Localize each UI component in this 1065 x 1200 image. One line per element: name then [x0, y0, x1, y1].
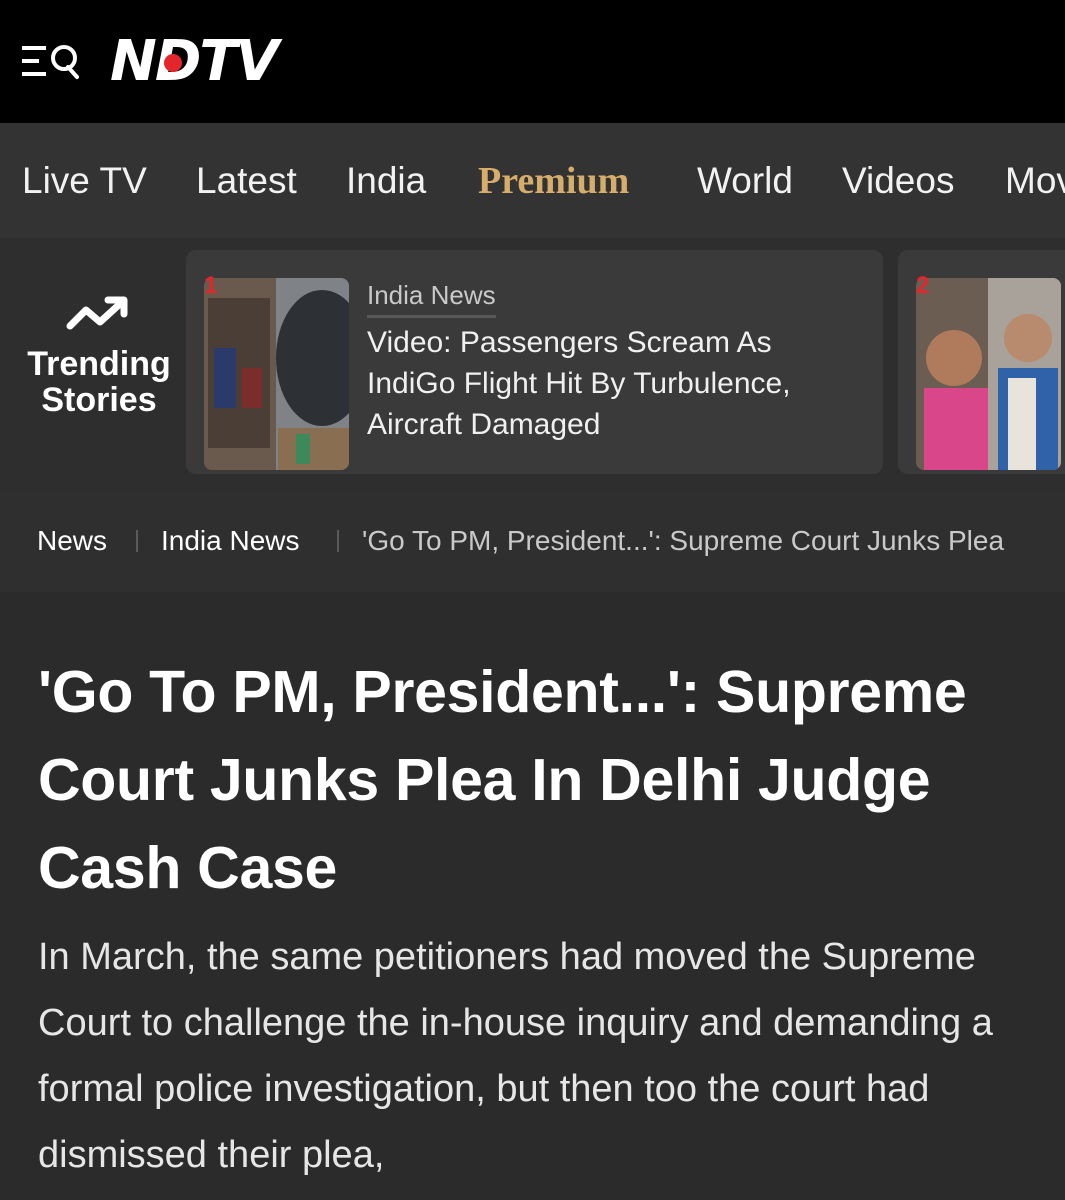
nav-item-videos[interactable]: Videos	[842, 159, 954, 203]
nav-item-india[interactable]: India	[346, 159, 426, 203]
breadcrumb-separator	[136, 530, 138, 552]
logo-text: NDTV	[110, 29, 279, 94]
nav-item-live-tv[interactable]: Live TV	[22, 159, 147, 203]
trending-card-1[interactable]: 1 India News Video: Passengers Scream As…	[186, 250, 883, 474]
breadcrumb-india-news[interactable]: India News	[161, 524, 300, 558]
breadcrumb-separator	[337, 530, 339, 552]
breadcrumb-current-article: 'Go To PM, President...': Supreme Court …	[362, 525, 1005, 556]
nav-item-world[interactable]: World	[697, 159, 793, 203]
main-nav: Live TV Latest India Premium World Video…	[0, 123, 1065, 238]
nav-item-latest[interactable]: Latest	[196, 159, 297, 203]
trending-thumbnail-1	[204, 278, 349, 470]
top-header: NDTV	[0, 0, 1065, 123]
trending-stories-section: Trending Stories 1 India News Video: Pas…	[0, 238, 1065, 490]
breadcrumb-news[interactable]: News	[37, 524, 107, 558]
trending-title-1: Video: Passengers Scream As IndiGo Fligh…	[367, 326, 791, 441]
trending-rank-1: 1	[204, 272, 218, 299]
logo-red-dot	[164, 54, 182, 72]
trending-thumbnail-2	[916, 278, 1061, 470]
trending-card-2[interactable]: 2	[898, 250, 1065, 474]
nav-item-more[interactable]: Mov	[1005, 159, 1065, 203]
article-summary: In March, the same petitioners had moved…	[38, 936, 993, 1176]
menu-icon	[22, 45, 79, 79]
menu-search-button[interactable]	[22, 42, 82, 82]
ndtv-logo[interactable]: NDTV	[110, 29, 279, 94]
trending-label-line2: Stories	[41, 381, 157, 419]
trending-category-1: India News	[367, 280, 496, 318]
search-icon	[51, 45, 79, 79]
nav-item-premium[interactable]: Premium	[478, 159, 629, 203]
breadcrumb: News India News 'Go To PM, President...'…	[0, 490, 1065, 592]
article-headline: 'Go To PM, President...': Supreme Court …	[38, 659, 967, 901]
trending-label: Trending Stories	[22, 294, 176, 418]
trending-up-icon	[66, 296, 128, 330]
article-section: 'Go To PM, President...': Supreme Court …	[0, 592, 1065, 1200]
trending-rank-2: 2	[916, 272, 930, 299]
trending-label-line1: Trending	[27, 345, 171, 383]
